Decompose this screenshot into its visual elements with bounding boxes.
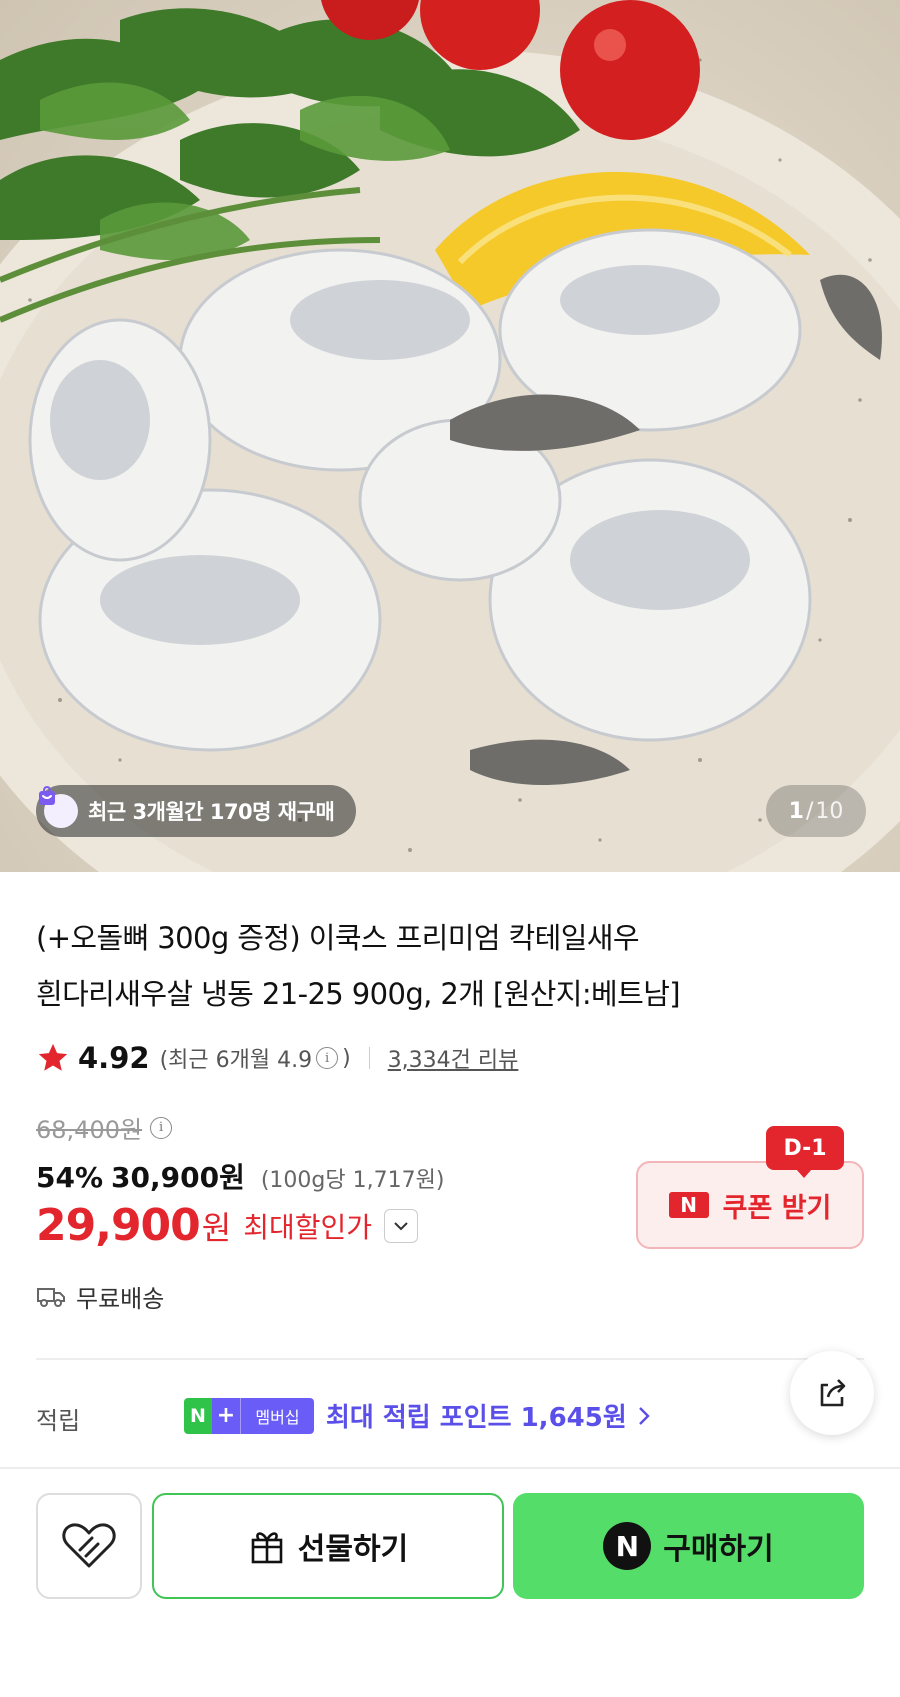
wishlist-button[interactable] — [36, 1493, 142, 1599]
gift-button[interactable]: 선물하기 — [152, 1493, 504, 1599]
original-price: 68,400원 — [36, 1116, 143, 1144]
final-price-row[interactable]: 29,900 원 최대할인가 — [36, 1200, 419, 1251]
image-counter-total: 10 — [815, 798, 844, 824]
discount-price: 30,900원 — [111, 1161, 245, 1194]
share-button[interactable] — [790, 1351, 874, 1435]
product-title-line-1: (+오돌뼈 300g 증정) 이쿡스 프리미엄 칵테일새우 — [36, 921, 640, 955]
discount-percent: 54% — [36, 1161, 104, 1194]
product-title: (+오돌뼈 300g 증정) 이쿡스 프리미엄 칵테일새우 흰다리새우살 냉동 … — [36, 910, 856, 1022]
rating-recent-close: ) — [342, 1045, 351, 1071]
rating-score: 4.92 — [78, 1041, 150, 1075]
points-row[interactable]: N + 멤버십 최대 적립 포인트 1,645원 — [184, 1397, 651, 1434]
image-counter-current: 1 — [788, 798, 804, 824]
buy-label: 구매하기 — [663, 1532, 774, 1567]
naver-plus-membership-badge: N + 멤버십 — [184, 1397, 314, 1434]
rating-recent: (최근 6개월 4.9 i ) — [160, 1042, 351, 1074]
membership-label: 멤버십 — [240, 1397, 314, 1434]
naver-coupon-logo: N — [668, 1192, 709, 1218]
info-icon[interactable]: i — [316, 1047, 339, 1069]
original-price-row: 68,400원 i — [36, 1110, 176, 1145]
truck-icon — [37, 1287, 65, 1307]
product-image[interactable]: 최근 3개월간 170명 재구매 1 / 10 — [0, 0, 900, 872]
max-points-text: 최대 적립 포인트 1,645원 — [326, 1403, 627, 1433]
product-photo — [0, 0, 900, 872]
plus-icon: + — [212, 1397, 240, 1434]
final-price: 29,900 — [36, 1200, 201, 1251]
rating-row: 4.92 (최근 6개월 4.9 i ) 3,334건 리뷰 — [36, 1038, 518, 1078]
unit-price: (100g당 1,717원) — [260, 1168, 445, 1193]
dday-badge: D-1 — [766, 1126, 844, 1178]
image-counter-separator: / — [805, 798, 814, 824]
reviews-link[interactable]: 3,334건 리뷰 — [388, 1042, 519, 1074]
coupon-label: 쿠폰 받기 — [722, 1192, 832, 1224]
rating-recent-text: (최근 6개월 4.9 — [159, 1048, 313, 1073]
product-title-line-2: 흰다리새우살 냉동 21-25 900g, 2개 [원산지:베트남] — [36, 977, 681, 1011]
shipping-label: 무료배송 — [76, 1285, 165, 1313]
price-info-icon[interactable]: i — [150, 1116, 173, 1139]
gift-icon — [251, 1532, 283, 1564]
max-discount-label: 최대할인가 — [243, 1210, 373, 1244]
coupon-button[interactable]: N 쿠폰 받기 — [636, 1161, 864, 1249]
naver-pay-icon: N — [603, 1522, 652, 1570]
chevron-right-icon — [638, 1406, 650, 1425]
repurchase-text: 최근 3개월간 170명 재구매 — [88, 800, 335, 824]
divider — [368, 1047, 370, 1069]
buy-button[interactable]: N 구매하기 — [513, 1493, 864, 1599]
repurchase-badge: 최근 3개월간 170명 재구매 — [36, 785, 357, 837]
points-label: 적립 — [36, 1407, 81, 1435]
naver-n-logo: N — [184, 1397, 212, 1434]
divider — [0, 1467, 900, 1469]
heart-icon — [62, 1523, 116, 1568]
discount-row: 54% 30,900원 (100g당 1,717원) — [36, 1156, 444, 1196]
share-icon — [820, 1379, 846, 1407]
shipping-row: 무료배송 — [36, 1279, 164, 1314]
chevron-down-icon[interactable] — [384, 1208, 419, 1243]
divider — [36, 1358, 864, 1360]
shopping-bag-icon — [39, 785, 78, 828]
image-counter: 1 / 10 — [766, 785, 866, 837]
star-icon — [38, 1043, 68, 1071]
gift-label: 선물하기 — [297, 1532, 409, 1567]
final-price-currency: 원 — [201, 1208, 232, 1247]
